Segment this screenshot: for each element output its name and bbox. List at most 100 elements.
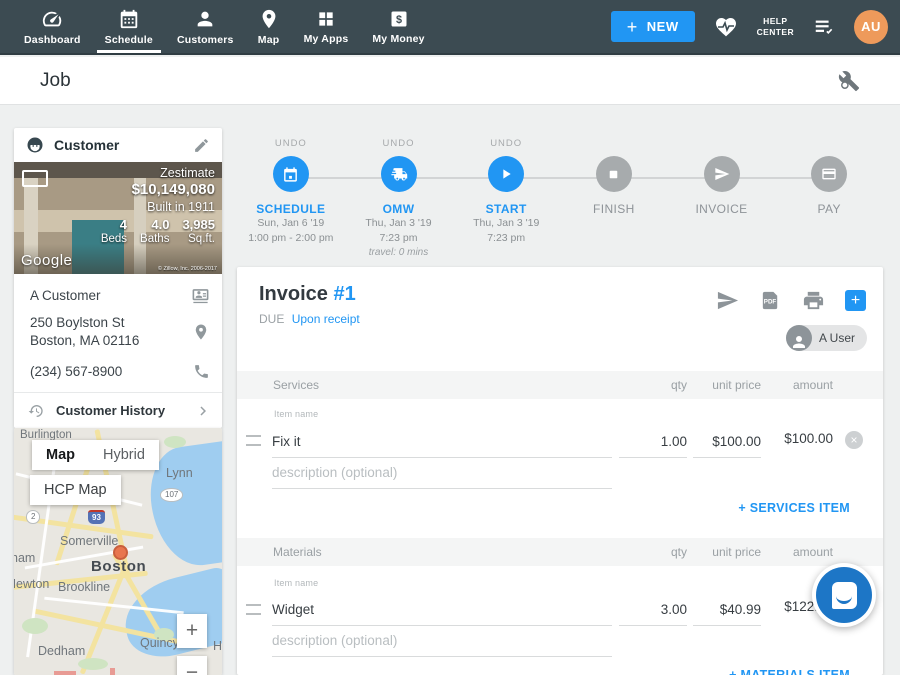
invoice-step-button[interactable]: [704, 156, 740, 192]
page-header: Job: [0, 57, 900, 105]
calendar-icon: [118, 8, 140, 30]
checklist-icon[interactable]: [812, 16, 836, 38]
add-materials-item-link[interactable]: + MATERIALS ITEM: [729, 668, 850, 675]
schedule-step-button[interactable]: [273, 156, 309, 192]
map-art: [110, 668, 115, 675]
invoice-number[interactable]: #1: [333, 283, 355, 305]
nav-label: Dashboard: [24, 34, 81, 46]
job-status-timeline: UNDO SCHEDULE Sun, Jan 6 '19 1:00 pm - 2…: [237, 138, 883, 260]
map-art: [78, 658, 108, 670]
map-zoom-out-button[interactable]: −: [177, 656, 207, 675]
beds-label: Beds: [101, 233, 127, 245]
beds-value: 4: [120, 217, 127, 232]
customer-history-row[interactable]: Customer History: [14, 392, 222, 428]
customer-card-header: Customer: [14, 128, 222, 162]
send-icon: [714, 166, 730, 182]
step-label: SCHEDULE: [256, 202, 325, 216]
step-date: Thu, Jan 3 '19: [473, 216, 539, 231]
nav-item-schedule[interactable]: Schedule: [93, 0, 165, 53]
hcp-map-button[interactable]: HCP Map: [30, 475, 121, 505]
amount-header: amount: [767, 378, 833, 392]
material-qty-input[interactable]: [619, 595, 687, 626]
finish-step-button[interactable]: [596, 156, 632, 192]
drag-handle[interactable]: [246, 435, 261, 446]
map-type-hybrid-button[interactable]: Hybrid: [89, 440, 159, 470]
contact-card-icon[interactable]: [191, 286, 210, 305]
pay-step-button[interactable]: [811, 156, 847, 192]
nav-label: Map: [258, 34, 280, 46]
credit-card-icon: [821, 166, 837, 182]
undo-start-button[interactable]: UNDO: [490, 138, 522, 150]
address-line2: Boston, MA 02116: [30, 332, 139, 350]
job-tools-icon[interactable]: [838, 70, 860, 92]
service-item-name-input[interactable]: [272, 427, 612, 458]
step-time: 7:23 pm: [487, 231, 525, 246]
assignee-chip[interactable]: A User: [786, 325, 867, 351]
zillow-copyright: © Zillow, Inc. 2006-2017: [158, 266, 217, 272]
map-art: [54, 671, 76, 675]
help-center-button[interactable]: HELP CENTER: [757, 16, 794, 37]
material-description-input[interactable]: [272, 626, 612, 657]
service-description-input[interactable]: [272, 458, 612, 489]
page-title: Job: [40, 70, 71, 92]
map-card: Burlington Lynn 107 2 93 Somerville ham …: [14, 428, 222, 675]
invoice-title-text: Invoice: [259, 283, 328, 305]
customer-name: A Customer: [30, 288, 101, 303]
nav-item-dashboard[interactable]: Dashboard: [12, 0, 93, 53]
nav-item-map[interactable]: Map: [246, 0, 292, 53]
map-type-map-button[interactable]: Map: [32, 440, 89, 470]
nav-item-customers[interactable]: Customers: [165, 0, 246, 53]
customer-address-row: 250 Boylston St Boston, MA 02116: [14, 310, 222, 354]
invoice-actions: PDF +: [716, 289, 866, 312]
unit-price-header: unit price: [693, 378, 761, 392]
omw-step-button[interactable]: [381, 156, 417, 192]
sqft-value: 3,985: [182, 217, 215, 232]
property-photo[interactable]: Zestimate $10,149,080 Built in 1911 4Bed…: [14, 162, 222, 274]
send-invoice-icon[interactable]: [716, 289, 739, 312]
user-avatar[interactable]: AU: [854, 10, 888, 44]
chat-widget-button[interactable]: [812, 563, 876, 627]
assignee-avatar: [786, 325, 812, 351]
map-zoom-in-button[interactable]: +: [177, 614, 207, 648]
undo-omw-button[interactable]: UNDO: [383, 138, 415, 150]
svg-text:$: $: [396, 14, 402, 26]
drag-handle[interactable]: [246, 604, 261, 615]
undo-schedule-button[interactable]: UNDO: [275, 138, 307, 150]
health-heart-icon[interactable]: [713, 15, 739, 39]
material-item-name-input[interactable]: [272, 595, 612, 626]
timeline-step-start: UNDO START Thu, Jan 3 '19 7:23 pm: [452, 138, 560, 260]
service-qty-input[interactable]: [619, 427, 687, 458]
add-invoice-button[interactable]: +: [845, 290, 866, 311]
pdf-icon[interactable]: PDF: [759, 289, 782, 312]
interstate-shield-93: 93: [88, 510, 105, 524]
timeline-step-invoice: INVOICE: [668, 138, 776, 260]
print-icon[interactable]: [802, 289, 825, 312]
materials-section-header: Materials qty unit price amount: [237, 538, 883, 566]
plus-icon: +: [627, 18, 638, 36]
location-pin-icon[interactable]: [192, 323, 210, 341]
nav-item-my-apps[interactable]: My Apps: [292, 0, 361, 53]
stop-icon: [607, 168, 620, 181]
due-label: DUE: [259, 312, 284, 326]
timeline-step-finish: FINISH: [560, 138, 668, 260]
chat-icon: [816, 567, 872, 623]
customer-card-title: Customer: [54, 137, 119, 153]
sqft-label: Sq.ft.: [188, 233, 215, 245]
phone-icon[interactable]: [193, 363, 210, 380]
route-shield-2: 2: [26, 510, 40, 524]
invoice-title: Invoice #1: [259, 283, 356, 306]
new-button[interactable]: + NEW: [611, 11, 695, 42]
add-services-item-link[interactable]: + SERVICES ITEM: [738, 501, 850, 515]
start-step-button[interactable]: [488, 156, 524, 192]
invoice-due: DUE Upon receipt: [259, 312, 360, 326]
materials-title: Materials: [273, 545, 322, 559]
due-value-link[interactable]: Upon receipt: [292, 312, 360, 326]
remove-service-item-button[interactable]: ×: [845, 431, 863, 449]
nav-item-my-money[interactable]: $ My Money: [360, 0, 436, 53]
amount-header: amount: [767, 545, 833, 559]
route-shield-107: 107: [160, 488, 183, 502]
assignee-name: A User: [819, 331, 855, 345]
nav-right-cluster: + NEW HELP CENTER AU: [611, 0, 888, 53]
baths-label: Baths: [140, 233, 169, 245]
edit-pencil-icon[interactable]: [193, 137, 210, 154]
